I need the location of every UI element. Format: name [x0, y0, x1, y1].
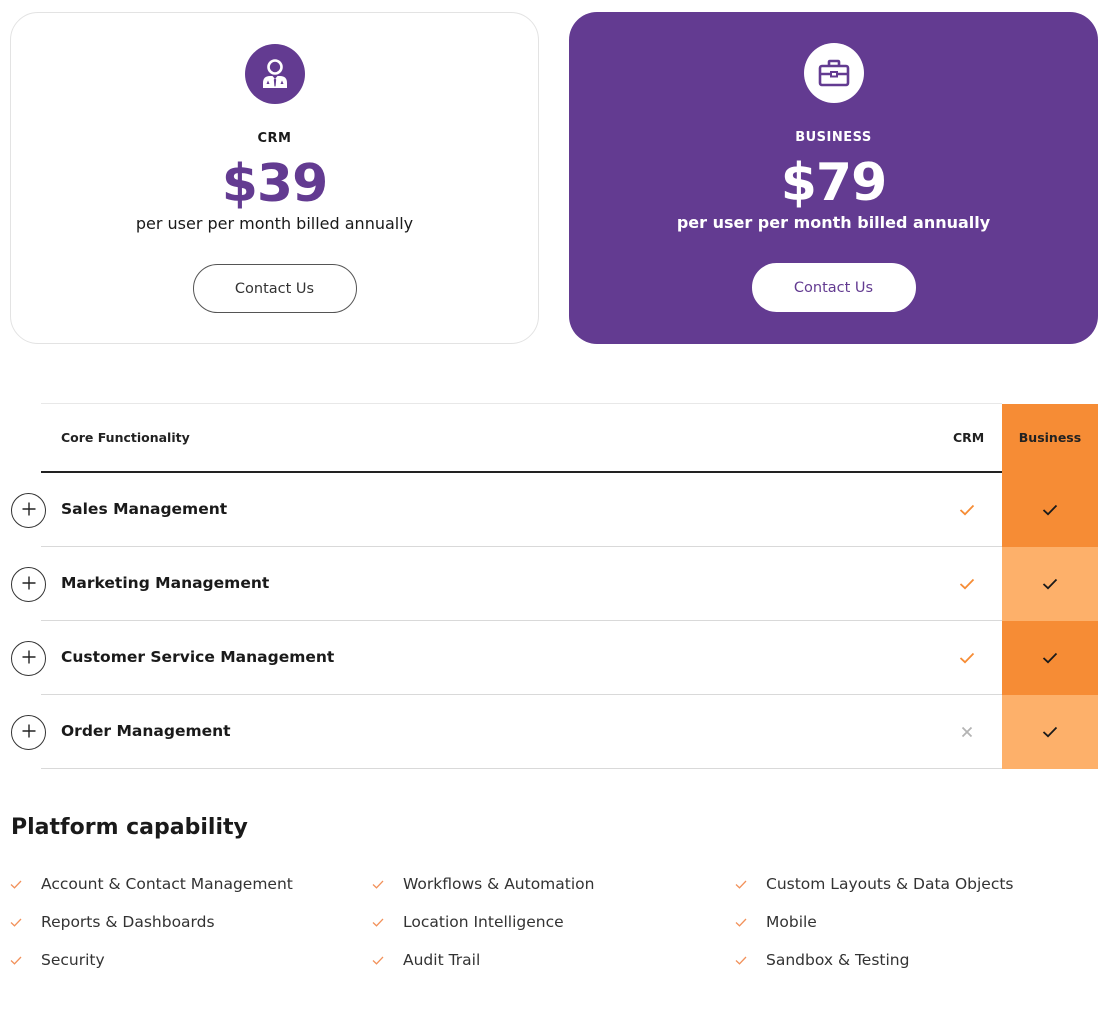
check-icon: [735, 877, 749, 891]
business-cell: [1002, 473, 1098, 547]
expand-row-button[interactable]: [11, 641, 46, 676]
crm-check-icon: [950, 647, 984, 669]
capability-label: Sandbox & Testing: [766, 951, 910, 969]
plan-name: CRM: [257, 131, 292, 146]
user-tie-icon: [244, 44, 305, 104]
check-icon: [10, 915, 24, 929]
business-check-icon: [1042, 649, 1058, 668]
capability-label: Reports & Dashboards: [41, 913, 215, 931]
table-top-divider: [41, 403, 1002, 404]
plan-price: $39: [221, 154, 329, 214]
capability-label: Mobile: [766, 913, 817, 931]
check-icon: [10, 953, 24, 967]
capability-label: Security: [41, 951, 105, 969]
check-icon: [372, 953, 386, 967]
capability-item: Workflows & Automation: [372, 873, 594, 895]
crm-cross-icon: [950, 721, 984, 743]
briefcase-icon: [803, 43, 864, 103]
expand-row-button[interactable]: [11, 493, 46, 528]
table-row: Order Management: [0, 695, 1108, 769]
capability-label: Account & Contact Management: [41, 875, 293, 893]
contact-us-button-business[interactable]: Contact Us: [751, 263, 916, 312]
check-icon: [372, 915, 386, 929]
capability-item: Mobile: [735, 911, 817, 933]
capability-label: Audit Trail: [403, 951, 481, 969]
capability-item: Audit Trail: [372, 949, 480, 971]
crm-check-icon: [950, 573, 984, 595]
feature-label: Marketing Management: [61, 574, 270, 592]
capability-item: Sandbox & Testing: [735, 949, 909, 971]
column-header-feature: Core Functionality: [61, 430, 190, 445]
platform-capability-title: Platform capability: [11, 815, 248, 840]
expand-row-button[interactable]: [11, 715, 46, 750]
table-row: Marketing Management: [0, 547, 1108, 621]
pricing-card-crm: CRM $39 per user per month billed annual…: [10, 12, 539, 344]
contact-us-button-crm[interactable]: Contact Us: [192, 264, 357, 313]
column-header-crm: CRM: [953, 430, 985, 445]
billing-note: per user per month billed annually: [676, 213, 991, 232]
expand-row-button[interactable]: [11, 567, 46, 602]
row-divider: [41, 768, 1002, 769]
capability-item: Reports & Dashboards: [10, 911, 215, 933]
plus-icon: [22, 649, 36, 668]
business-check-icon: [1042, 501, 1058, 520]
column-header-business: Business: [1018, 430, 1082, 445]
capability-label: Workflows & Automation: [403, 875, 595, 893]
check-icon: [735, 953, 749, 967]
plus-icon: [22, 723, 36, 742]
business-cell: [1002, 547, 1098, 621]
capability-item: Security: [10, 949, 105, 971]
plus-icon: [22, 575, 36, 594]
feature-label: Customer Service Management: [61, 648, 335, 666]
billing-note: per user per month billed annually: [135, 214, 414, 233]
plan-price: $79: [780, 153, 888, 213]
feature-label: Order Management: [61, 722, 231, 740]
check-icon: [735, 915, 749, 929]
table-row: Customer Service Management: [0, 621, 1108, 695]
pricing-card-business: BUSINESS $79 per user per month billed a…: [569, 12, 1098, 344]
capability-item: Custom Layouts & Data Objects: [735, 873, 1014, 895]
business-cell: [1002, 695, 1098, 769]
business-check-icon: [1042, 575, 1058, 594]
check-icon: [372, 877, 386, 891]
plan-name: BUSINESS: [795, 130, 872, 145]
crm-check-icon: [950, 499, 984, 521]
table-row: Sales Management: [0, 473, 1108, 547]
capability-item: Account & Contact Management: [10, 873, 293, 895]
business-check-icon: [1042, 723, 1058, 742]
feature-label: Sales Management: [61, 500, 228, 518]
capability-item: Location Intelligence: [372, 911, 564, 933]
plus-icon: [22, 501, 36, 520]
capability-label: Custom Layouts & Data Objects: [766, 875, 1014, 893]
check-icon: [10, 877, 24, 891]
capability-label: Location Intelligence: [403, 913, 564, 931]
business-cell: [1002, 621, 1098, 695]
